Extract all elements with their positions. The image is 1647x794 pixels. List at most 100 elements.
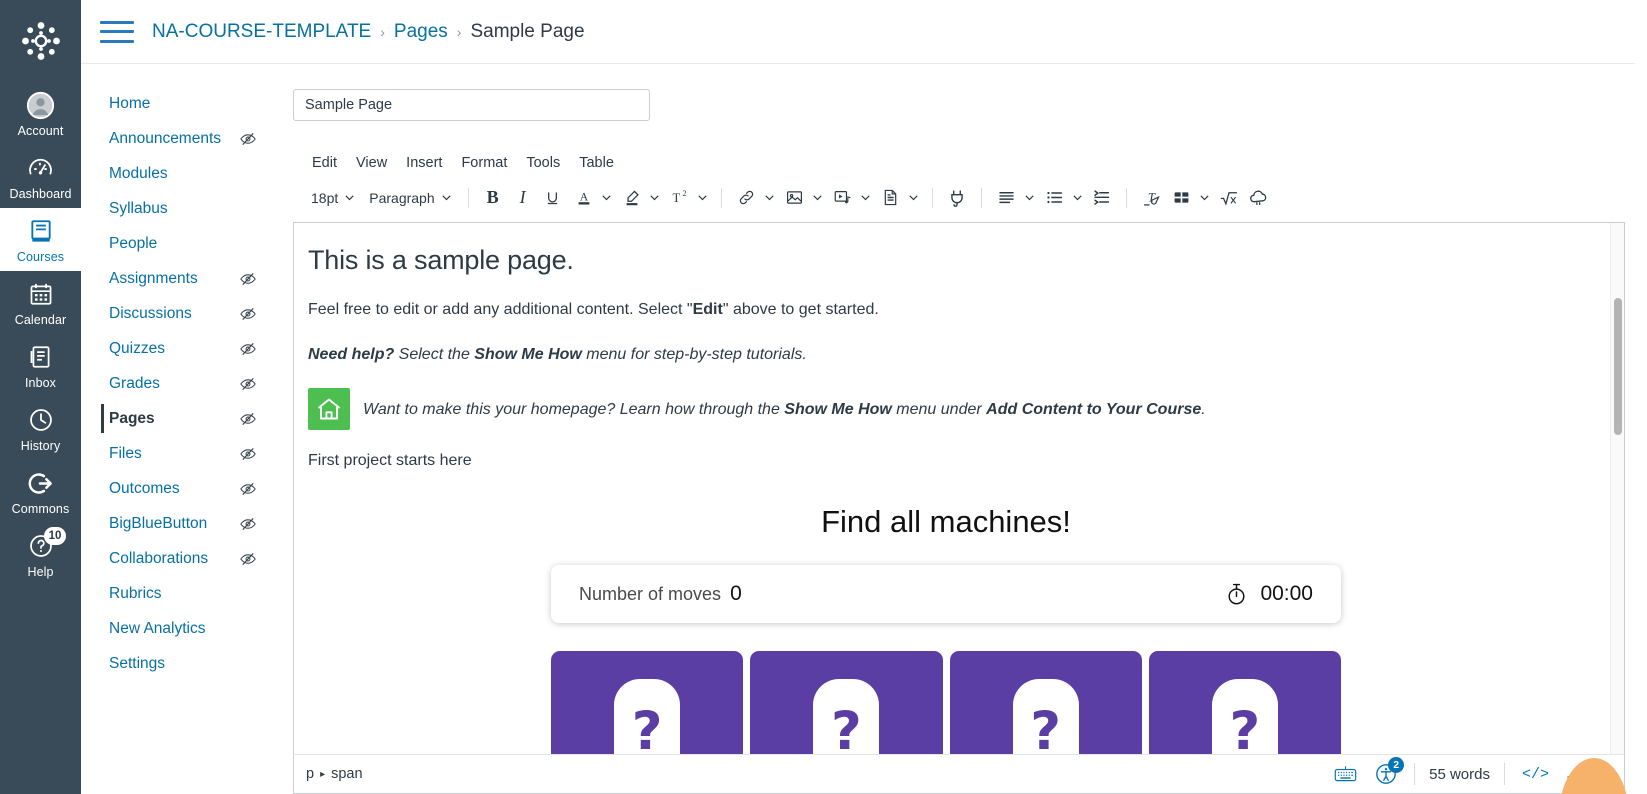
- sidebar-item-label: Home: [109, 94, 151, 112]
- global-nav-calendar[interactable]: Calendar: [0, 271, 81, 334]
- block-format-select[interactable]: Paragraph: [362, 183, 458, 213]
- breadcrumb-separator: ›: [380, 23, 385, 40]
- font-size-select[interactable]: 18pt: [304, 183, 362, 213]
- sidebar-item-home[interactable]: Home: [81, 86, 271, 121]
- page-title-input[interactable]: [293, 89, 650, 121]
- hidden-eye-icon: [239, 410, 257, 428]
- image-button[interactable]: [779, 183, 809, 213]
- element-path-span[interactable]: span: [331, 766, 362, 782]
- breadcrumb-pages[interactable]: Pages: [394, 21, 448, 43]
- menu-tools[interactable]: Tools: [518, 151, 568, 175]
- breadcrumb-separator: ›: [456, 23, 462, 40]
- global-nav-history[interactable]: History: [0, 397, 81, 460]
- clear-formatting-button[interactable]: T: [1136, 183, 1166, 213]
- link-chevron-down-icon[interactable]: [761, 183, 779, 213]
- sidebar-item-label: Pages: [109, 409, 155, 427]
- superscript-button[interactable]: T2: [664, 183, 694, 213]
- cloud-button[interactable]: [1244, 183, 1274, 213]
- hidden-eye-icon: [239, 550, 257, 568]
- editor-content-area[interactable]: This is a sample page. Feel free to edit…: [293, 221, 1625, 754]
- sidebar-item-modules[interactable]: Modules: [81, 156, 271, 191]
- sidebar-item-files[interactable]: Files: [81, 436, 271, 471]
- media-chevron-down-icon[interactable]: [857, 183, 875, 213]
- sidebar-item-outcomes[interactable]: Outcomes: [81, 471, 271, 506]
- global-nav-dashboard[interactable]: Dashboard: [0, 145, 81, 208]
- global-nav-help[interactable]: 10 Help: [0, 523, 81, 586]
- highlight-chevron-down-icon[interactable]: [646, 183, 664, 213]
- canvas-logo[interactable]: [10, 10, 72, 72]
- align-button[interactable]: [991, 183, 1021, 213]
- bulleted-list-button[interactable]: [1039, 183, 1069, 213]
- drag-grip-icon[interactable]: [1593, 764, 1614, 784]
- apps-plug-button[interactable]: [942, 183, 972, 213]
- menu-hamburger-icon[interactable]: [100, 20, 134, 43]
- game-card[interactable]: ?: [1148, 651, 1341, 754]
- media-button[interactable]: [827, 183, 857, 213]
- fullscreen-resize-button[interactable]: [1558, 764, 1593, 785]
- p2-bold2: Show Me How: [474, 345, 582, 363]
- html-editor-button[interactable]: </>: [1513, 766, 1558, 783]
- element-path-p[interactable]: p: [306, 766, 314, 782]
- text-color-button[interactable]: A: [568, 183, 598, 213]
- sidebar-item-rubrics[interactable]: Rubrics: [81, 576, 271, 611]
- game-card[interactable]: ?: [551, 651, 744, 754]
- global-nav-account[interactable]: Account: [0, 82, 81, 145]
- help-badge: 10: [44, 527, 66, 545]
- sidebar-item-discussions[interactable]: Discussions: [81, 296, 271, 331]
- sidebar-item-grades[interactable]: Grades: [81, 366, 271, 401]
- p3-pre: Want to make this your homepage? Learn h…: [363, 400, 785, 418]
- hidden-eye-icon: [239, 445, 257, 463]
- text-color-split: A: [568, 183, 616, 213]
- equation-button[interactable]: [1214, 183, 1244, 213]
- document-button[interactable]: [875, 183, 905, 213]
- sidebar-item-syllabus[interactable]: Syllabus: [81, 191, 271, 226]
- hidden-eye-icon: [239, 270, 257, 288]
- sidebar-item-announcements[interactable]: Announcements: [81, 121, 271, 156]
- menu-edit[interactable]: Edit: [304, 151, 345, 175]
- green-home-icon: [308, 388, 350, 431]
- global-nav-courses[interactable]: Courses: [0, 208, 81, 271]
- content-scrollbar[interactable]: [1610, 222, 1624, 754]
- bold-button[interactable]: B: [478, 183, 508, 213]
- sidebar-item-settings[interactable]: Settings: [81, 646, 271, 681]
- sidebar-item-people[interactable]: People: [81, 226, 271, 261]
- editor-document[interactable]: This is a sample page. Feel free to edit…: [294, 223, 1610, 754]
- image-chevron-down-icon[interactable]: [809, 183, 827, 213]
- link-button[interactable]: [731, 183, 761, 213]
- text-color-chevron-down-icon[interactable]: [598, 183, 616, 213]
- sidebar-item-assignments[interactable]: Assignments: [81, 261, 271, 296]
- highlight-button[interactable]: [616, 183, 646, 213]
- table-button[interactable]: [1166, 183, 1196, 213]
- global-nav-inbox[interactable]: Inbox: [0, 334, 81, 397]
- global-nav-commons[interactable]: Commons: [0, 460, 81, 523]
- menu-view[interactable]: View: [348, 151, 395, 175]
- sidebar-item-collaborations[interactable]: Collaborations: [81, 541, 271, 576]
- p2-mid1: Select the: [394, 345, 475, 363]
- menu-format[interactable]: Format: [453, 151, 515, 175]
- sidebar-item-quizzes[interactable]: Quizzes: [81, 331, 271, 366]
- toolbar-divider: [720, 187, 722, 208]
- keyboard-shortcuts-button[interactable]: [1325, 760, 1366, 788]
- accessibility-checker-button[interactable]: 2: [1366, 757, 1406, 788]
- element-path[interactable]: p ▸ span: [306, 766, 363, 782]
- card-face-question: ?: [614, 679, 681, 754]
- menu-table[interactable]: Table: [571, 151, 622, 175]
- align-chevron-down-icon[interactable]: [1021, 183, 1039, 213]
- content-scrollbar-thumb[interactable]: [1614, 297, 1622, 435]
- document-chevron-down-icon[interactable]: [905, 183, 923, 213]
- menu-insert[interactable]: Insert: [398, 151, 450, 175]
- game-card[interactable]: ?: [750, 651, 943, 754]
- underline-button[interactable]: [538, 183, 568, 213]
- breadcrumb-course[interactable]: NA-COURSE-TEMPLATE: [152, 21, 371, 43]
- sidebar-item-new-analytics[interactable]: New Analytics: [81, 611, 271, 646]
- list-chevron-down-icon[interactable]: [1069, 183, 1087, 213]
- p3-bold1: Show Me How: [784, 400, 892, 418]
- sidebar-item-bigbluebutton[interactable]: BigBlueButton: [81, 506, 271, 541]
- sidebar-item-pages[interactable]: Pages: [81, 401, 271, 436]
- superscript-chevron-down-icon[interactable]: [694, 183, 712, 213]
- global-nav-label: Account: [17, 124, 64, 138]
- table-chevron-down-icon[interactable]: [1196, 183, 1214, 213]
- game-card[interactable]: ?: [949, 651, 1142, 754]
- indent-button[interactable]: [1087, 183, 1117, 213]
- italic-button[interactable]: I: [508, 183, 538, 213]
